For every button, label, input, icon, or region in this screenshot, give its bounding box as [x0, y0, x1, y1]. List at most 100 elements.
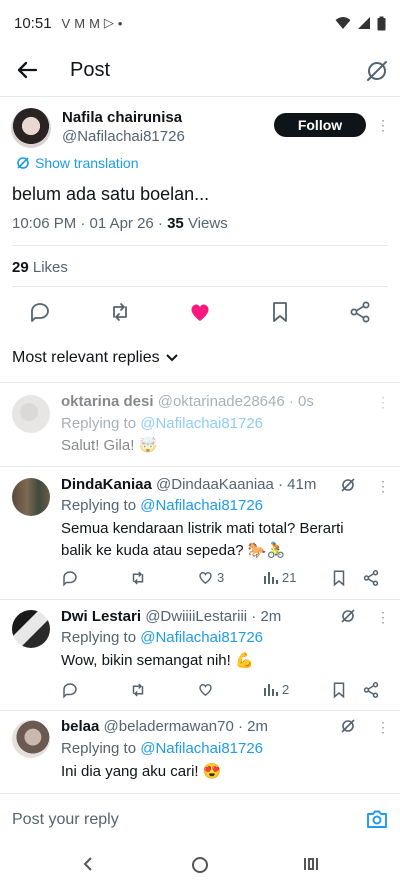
analytics-icon [264, 572, 278, 584]
page-title: Post [70, 59, 111, 81]
reply-icon[interactable] [61, 681, 79, 699]
nav-back-icon[interactable] [80, 856, 96, 872]
share-icon[interactable] [362, 569, 380, 587]
nav-home-icon[interactable] [191, 856, 209, 874]
grok-icon[interactable] [340, 608, 356, 624]
like-count: 3 [217, 570, 225, 585]
divider [0, 599, 400, 600]
reply-avatar[interactable] [12, 720, 50, 758]
notification-icon-dot: • [117, 15, 123, 31]
nav-recents-icon[interactable] [303, 856, 319, 872]
reply-author[interactable]: DindaKaniaa @DindaaKaaniaa · 41m [61, 476, 316, 493]
more-options-icon[interactable]: ⋮ [376, 116, 390, 134]
more-options-icon[interactable]: ⋮ [376, 477, 390, 495]
more-options-icon[interactable]: ⋮ [376, 608, 390, 626]
replying-to-handle[interactable]: @Nafilachai81726 [140, 415, 263, 432]
reply-text: Semua kendaraan listrik mati total? Bera… [61, 520, 344, 559]
analytics-icon [264, 684, 278, 696]
follow-button[interactable]: Follow [274, 113, 366, 137]
like-filled-icon[interactable] [188, 300, 212, 324]
reply-avatar[interactable] [12, 610, 50, 648]
likes-label: Likes [28, 259, 68, 276]
like-button[interactable]: 3 [197, 569, 224, 586]
divider [0, 382, 400, 383]
views-button[interactable]: 21 [263, 569, 296, 585]
battery-icon [377, 16, 386, 30]
notification-icon-play: ▷ [103, 15, 114, 30]
reply-text: Salut! Gila! 🤯 [61, 437, 158, 454]
author-name[interactable]: Nafila chairunisa [62, 109, 182, 126]
share-icon[interactable] [362, 681, 380, 699]
likes-count: 29 [12, 259, 29, 276]
grok-icon[interactable] [364, 58, 390, 84]
replying-to-handle[interactable]: @Nafilachai81726 [140, 629, 263, 646]
grok-icon[interactable] [340, 477, 356, 493]
divider [0, 710, 400, 711]
divider [12, 286, 388, 287]
bookmark-icon[interactable] [330, 681, 348, 699]
chevron-down-icon [165, 354, 178, 362]
replying-to: Replying to @Nafilachai81726 [61, 740, 263, 757]
reply-author-name: oktarina desi [61, 393, 154, 410]
reply-avatar[interactable] [12, 395, 50, 433]
reply-handle: @DwiiiiLestariii · 2m [145, 608, 282, 625]
reply-text: Ini dia yang aku cari! 😍 [61, 763, 222, 780]
replying-to-handle[interactable]: @Nafilachai81726 [140, 740, 263, 757]
reply-handle: @DindaaKaaniaa · 41m [156, 476, 317, 493]
post-timestamp: 10:06 PM · 01 Apr 26 · [12, 215, 168, 232]
reply-author-name: belaa [61, 718, 100, 735]
back-arrow-icon[interactable] [14, 56, 42, 84]
reply-input-placeholder[interactable]: Post your reply [12, 811, 119, 829]
reply-sort-dropdown[interactable]: Most relevant replies [12, 349, 178, 367]
reply-icon[interactable] [28, 300, 52, 324]
reply-icon[interactable] [61, 569, 79, 587]
reply-author-name: Dwi Lestari [61, 608, 142, 625]
replying-to: Replying to @Nafilachai81726 [61, 415, 263, 432]
author-handle[interactable]: @Nafilachai81726 [62, 128, 185, 145]
reply-author[interactable]: oktarina desi @oktarinade28646 · 0s [61, 393, 314, 410]
heart-icon [199, 571, 212, 585]
reply-author[interactable]: Dwi Lestari @DwiiiiLestariii · 2m [61, 608, 281, 625]
divider [12, 245, 388, 246]
replying-to-prefix: Replying to [61, 740, 141, 757]
author-avatar[interactable] [11, 108, 51, 148]
show-translation-label: Show translation [35, 155, 139, 171]
notification-icon-gmail: M [89, 15, 100, 31]
post-meta: 10:06 PM · 01 Apr 26 · 35 Views [12, 215, 228, 232]
reply-avatar[interactable] [12, 478, 50, 516]
more-options-icon[interactable]: ⋮ [376, 393, 390, 411]
views-button[interactable]: 2 [263, 681, 289, 697]
more-options-icon[interactable]: ⋮ [376, 718, 390, 736]
reply-composer[interactable]: Post your reply [0, 793, 400, 838]
views-count: 2 [282, 681, 290, 697]
repost-icon[interactable] [129, 681, 147, 699]
likes-summary[interactable]: 29 Likes [12, 259, 68, 276]
notification-icon-gmail: M [74, 15, 86, 31]
bookmark-icon[interactable] [268, 300, 292, 324]
repost-icon[interactable] [108, 300, 132, 324]
reply-author[interactable]: belaa @beladermawan70 · 2m [61, 718, 268, 735]
heart-icon[interactable] [197, 681, 214, 698]
repost-icon[interactable] [129, 569, 147, 587]
replying-to-prefix: Replying to [61, 415, 141, 432]
show-translation-link[interactable]: Show translation [16, 155, 139, 171]
replying-to-handle[interactable]: @Nafilachai81726 [140, 497, 263, 514]
reply-text: Wow, bikin semangat nih! 💪 [61, 652, 254, 669]
grok-icon[interactable] [340, 718, 356, 734]
divider [0, 96, 400, 97]
reply-sort-label: Most relevant replies [12, 349, 160, 366]
system-nav-bar [0, 838, 400, 889]
notification-icon-v: V [61, 15, 71, 31]
share-icon[interactable] [348, 300, 372, 324]
status-time: 10:51 [14, 14, 52, 32]
views-label[interactable]: Views [184, 215, 228, 232]
views-count: 35 [167, 215, 184, 232]
replying-to: Replying to @Nafilachai81726 [61, 629, 263, 646]
camera-icon[interactable] [366, 808, 388, 830]
replying-to: Replying to @Nafilachai81726 [61, 497, 263, 514]
reply-handle: @oktarinade28646 · 0s [157, 393, 314, 410]
wifi-icon [335, 17, 351, 29]
translate-icon [17, 157, 29, 169]
replying-to-prefix: Replying to [61, 629, 141, 646]
bookmark-icon[interactable] [330, 569, 348, 587]
